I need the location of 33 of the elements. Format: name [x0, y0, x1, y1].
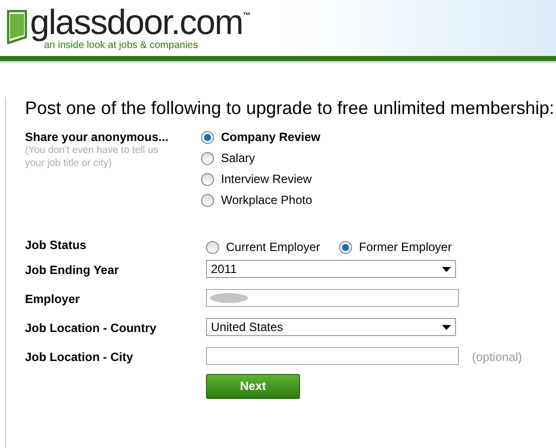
next-button[interactable]: Next: [206, 374, 300, 398]
tagline: an inside look at jobs & companies: [44, 40, 198, 52]
radio-button[interactable]: [206, 241, 219, 254]
radio-label[interactable]: Interview Review: [221, 172, 312, 187]
optional-note: (optional): [472, 350, 522, 364]
hint-text: (You don't even have to tell us your job title or city): [25, 144, 160, 170]
radio-button[interactable]: [339, 241, 352, 254]
radio-label[interactable]: Current Employer: [226, 240, 320, 255]
radio-button[interactable]: [201, 131, 214, 144]
field-label: Job Location - Country: [25, 321, 158, 335]
radio-button[interactable]: [201, 173, 214, 186]
caret-icon: [442, 324, 451, 330]
field-label: Job Status: [25, 238, 88, 252]
radio-button[interactable]: [201, 152, 214, 165]
blurred-value-icon: [209, 292, 249, 304]
radio-label[interactable]: Workplace Photo: [221, 193, 312, 208]
caret-icon: [442, 266, 451, 272]
dropdown[interactable]: United States: [206, 318, 456, 336]
field-label: Job Location - City: [25, 350, 134, 364]
field-label: Employer: [25, 292, 81, 306]
field-label: Share your anonymous...: [25, 130, 170, 144]
logo-wordmark: glassdoor.com: [30, 6, 243, 40]
trademark: ™: [242, 10, 251, 22]
form-heading: Post one of the following to upgrade to free unlimited membership:: [25, 97, 556, 119]
radio-label[interactable]: Salary: [221, 151, 256, 166]
radio-label[interactable]: Former Employer: [359, 240, 452, 255]
dropdown[interactable]: 2011: [206, 260, 456, 278]
input-field[interactable]: [206, 289, 459, 307]
radio-label[interactable]: Company Review: [221, 130, 320, 145]
radio-button[interactable]: [201, 194, 214, 207]
field-label: Job Ending Year: [25, 263, 120, 277]
input-field[interactable]: [206, 347, 459, 365]
door-logo-icon: [7, 10, 27, 44]
